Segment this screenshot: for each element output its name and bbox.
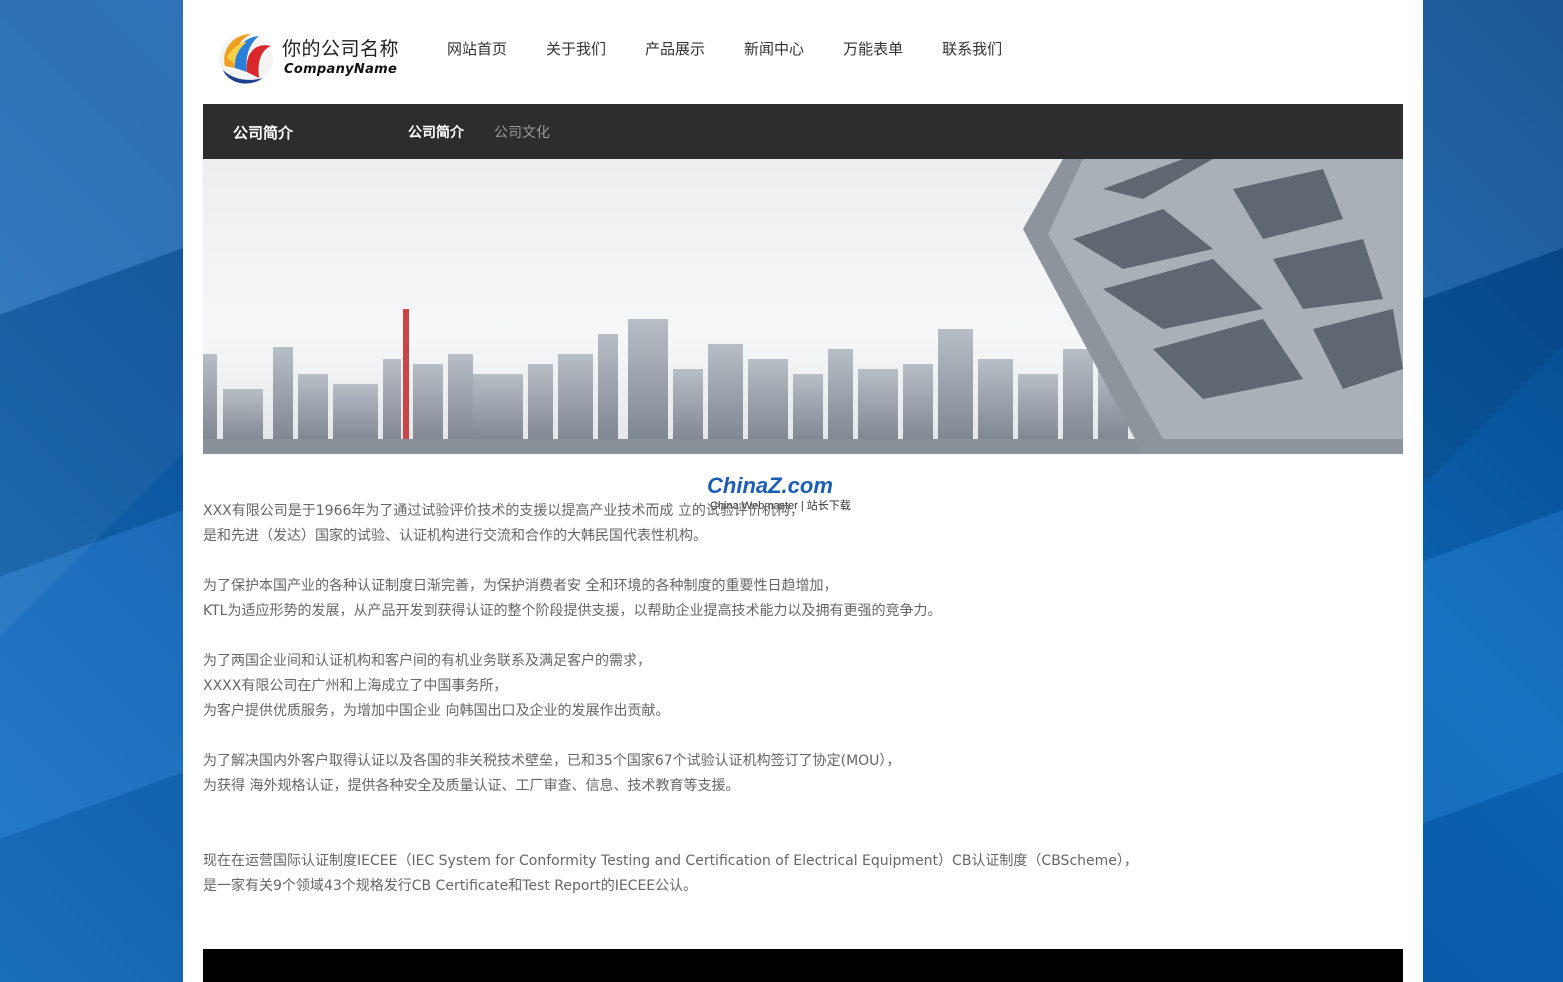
paragraph-10: 现在在运营国际认证制度IECEE（IEC System for Conformi… xyxy=(203,853,1138,869)
section-title: 公司简介 xyxy=(233,124,294,142)
paragraph-11: 是一家有关9个领域43个规格发行CB Certificate和Test Repo… xyxy=(203,878,698,894)
article-content: XXX有限公司是于1966年为了通过试验评价技术的支援以提高产业技术而成 立的试… xyxy=(203,499,1403,899)
company-name-cn: 你的公司名称 xyxy=(282,38,400,60)
footer-bar xyxy=(203,949,1403,982)
main-nav: 网站首页 关于我们 产品展示 新闻中心 万能表单 联系我们 xyxy=(447,38,1041,60)
banner-image xyxy=(203,159,1403,454)
paragraph-3: 为了保护本国产业的各种认证制度日渐完善，为保护消费者安 全和环境的各种制度的重要… xyxy=(203,578,838,594)
sub-navigation-bar: 公司简介 公司简介 公司文化 xyxy=(203,104,1403,159)
company-logo-icon[interactable] xyxy=(215,28,277,90)
paragraph-8: 为了解决国内外客户取得认证以及各国的非关税技术壁垒，已和35个国家67个试验认证… xyxy=(203,753,901,769)
paragraph-5: 为了两国企业间和认证机构和客户间的有机业务联系及满足客户的需求， xyxy=(203,653,651,669)
company-name-en: CompanyName xyxy=(284,62,398,77)
city-skyline-graphic xyxy=(203,159,1403,454)
site-header: 你的公司名称 CompanyName 网站首页 关于我们 产品展示 新闻中心 万… xyxy=(183,0,1423,104)
paragraph-9: 为获得 海外规格认证，提供各种安全及质量认证、工厂审查、信息、技术教育等支援。 xyxy=(203,778,740,794)
page-container: 你的公司名称 CompanyName 网站首页 关于我们 产品展示 新闻中心 万… xyxy=(183,0,1423,982)
nav-about[interactable]: 关于我们 xyxy=(546,38,606,60)
nav-news[interactable]: 新闻中心 xyxy=(744,38,804,60)
nav-products[interactable]: 产品展示 xyxy=(645,38,705,60)
paragraph-7: 为客户提供优质服务，为增加中国企业 向韩国出口及企业的发展作出贡献。 xyxy=(203,703,670,719)
nav-forms[interactable]: 万能表单 xyxy=(843,38,903,60)
paragraph-1: XXX有限公司是于1966年为了通过试验评价技术的支援以提高产业技术而成 立的试… xyxy=(203,503,804,519)
tab-company-culture[interactable]: 公司文化 xyxy=(494,122,550,142)
watermark-main-text: ChinaZ.com xyxy=(707,473,833,498)
paragraph-2: 是和先进（发达）国家的试验、认证机构进行交流和合作的大韩民国代表性机构。 xyxy=(203,528,707,544)
tab-company-profile[interactable]: 公司简介 xyxy=(408,122,464,142)
nav-contact[interactable]: 联系我们 xyxy=(942,38,1002,60)
nav-home[interactable]: 网站首页 xyxy=(447,38,507,60)
paragraph-4: KTL为适应形势的发展，从产品开发到获得认证的整个阶段提供支援，以帮助企业提高技… xyxy=(203,603,942,619)
paragraph-6: XXXX有限公司在广州和上海成立了中国事务所， xyxy=(203,678,508,694)
